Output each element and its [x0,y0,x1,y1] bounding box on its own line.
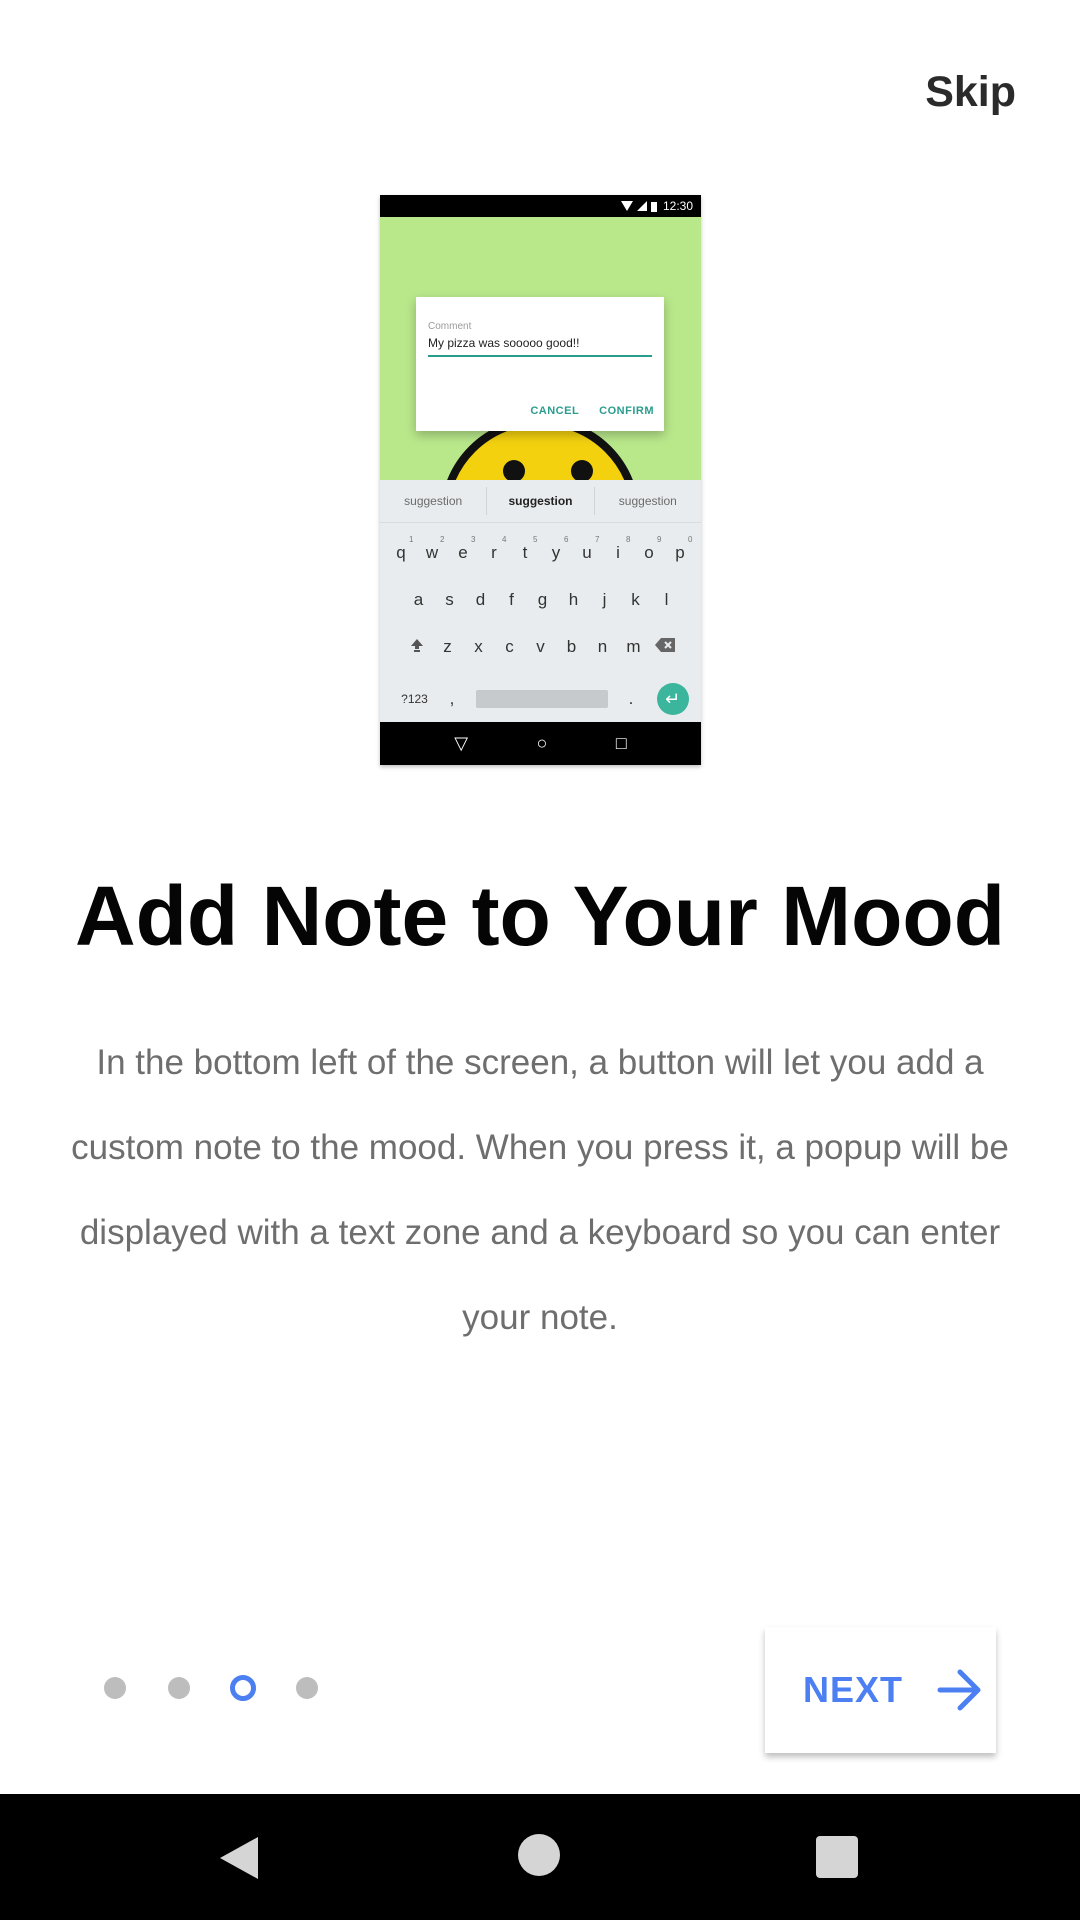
page-indicator [104,1675,318,1701]
page-dot-active[interactable] [230,1675,256,1701]
phone-preview-image: 12:30 Comment My pizza was sooooo good!!… [380,195,701,765]
keyboard-row-2: a s d f g h j k l [380,590,701,610]
key: f [509,590,514,609]
key: j [602,590,607,609]
suggestion-item: suggestion [380,487,488,515]
key: k [631,590,640,609]
recents-icon: □ [615,733,627,753]
phone-app-area: Comment My pizza was sooooo good!! CANCE… [380,217,701,480]
symbols-key: ?123 [401,692,428,706]
key: 9o [644,535,662,562]
back-icon: ▽ [454,733,469,753]
key: b [566,637,577,656]
next-button[interactable]: NEXT [765,1627,996,1753]
system-nav-bar [0,1794,1080,1920]
key: d [475,590,486,609]
key: 8i [616,535,631,562]
smiley-eye-right [571,460,593,480]
skip-button[interactable]: Skip [925,68,1016,117]
comment-input: My pizza was sooooo good!! [428,336,652,357]
key: x [474,637,483,656]
battery-icon [650,201,657,212]
status-icons [620,201,657,212]
comment-label: Comment [428,321,472,332]
home-icon: ○ [536,733,548,753]
confirm-button: CONFIRM [599,405,654,417]
dialog-actions: CANCEL CONFIRM [530,405,654,417]
key: s [445,590,454,609]
keyboard-row-4: ?123 , . ↵ [380,683,701,715]
arrow-right-icon [937,1669,981,1711]
key: 0p [675,535,693,562]
page-dot[interactable] [168,1677,190,1699]
recents-icon[interactable] [816,1836,858,1878]
comma-key: , [449,689,455,708]
keyboard-row-1: 1q 2w 3e 4r 5t 6y 7u 8i 9o 0p [380,535,701,563]
suggestion-item: suggestion [487,487,595,515]
key: 6y [551,535,569,562]
key: g [537,590,548,609]
key: v [536,637,545,656]
page-dot[interactable] [104,1677,126,1699]
page-description: In the bottom left of the screen, a butt… [71,1043,1009,1337]
cancel-button: CANCEL [530,405,580,417]
key: z [443,637,452,656]
next-label: NEXT [803,1669,904,1710]
key: h [568,590,579,609]
signal-icon [636,201,647,211]
key: m [626,637,641,656]
key: 7u [582,535,600,562]
wifi-icon [620,201,633,211]
key: l [664,590,669,609]
suggestion-strip: suggestion suggestion suggestion [380,480,701,523]
shift-icon [401,637,432,658]
home-icon[interactable] [518,1834,560,1876]
page-dot[interactable] [296,1677,318,1699]
key: n [597,637,608,656]
key: 1q [396,535,414,562]
backspace-icon [649,637,680,658]
keyboard: suggestion suggestion suggestion 1q 2w 3… [380,480,701,718]
back-icon[interactable] [218,1835,260,1881]
key: 5t [522,535,538,562]
key: a [413,590,424,609]
smiley-eye-left [503,460,525,480]
suggestion-item: suggestion [618,494,677,508]
key: 3e [458,535,476,562]
status-time: 12:30 [662,199,693,213]
key: c [505,637,514,656]
key: 4r [491,535,507,562]
phone-nav-bar: ▽ ○ □ [380,722,701,765]
space-key [475,690,608,708]
keyboard-row-3: z x c v b n m [380,637,701,658]
key: 2w [425,535,445,562]
phone-status-bar: 12:30 [380,195,701,217]
period-key: . [628,689,634,708]
page-title: Add Note to Your Mood [74,869,1006,963]
enter-icon: ↵ [656,683,689,715]
comment-dialog: Comment My pizza was sooooo good!! CANCE… [416,297,664,431]
